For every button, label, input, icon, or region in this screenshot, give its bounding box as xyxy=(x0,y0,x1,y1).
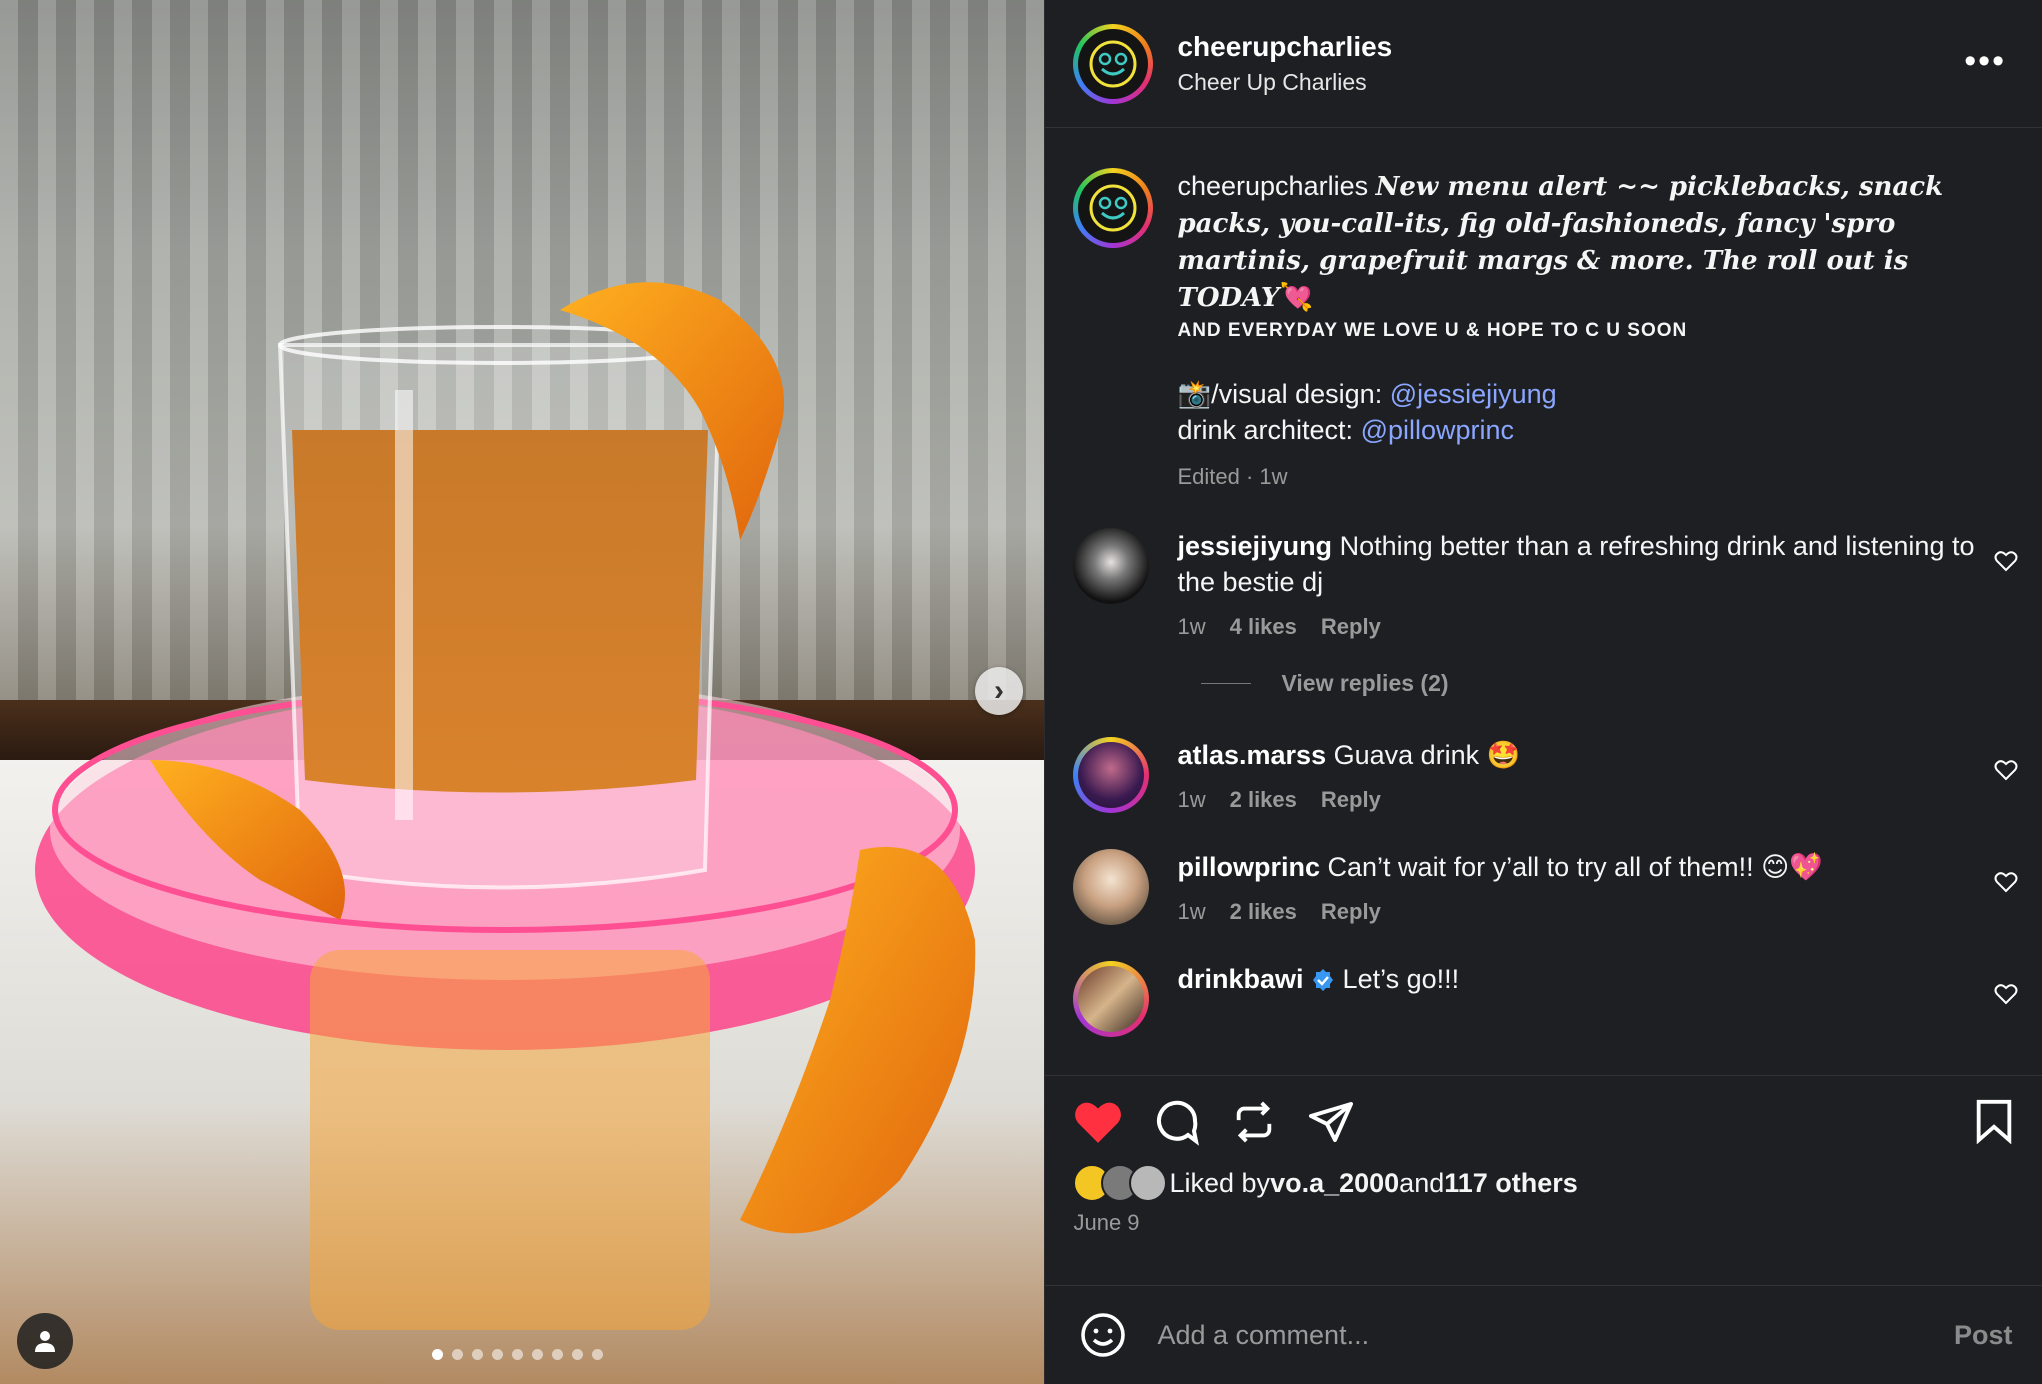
next-image-button[interactable]: › xyxy=(975,667,1023,715)
carousel-dot[interactable] xyxy=(572,1349,583,1360)
comment-username[interactable]: pillowprinc xyxy=(1177,852,1320,882)
comment-text: Can’t wait for y’all to try all of them!… xyxy=(1327,852,1823,882)
post-actions: Liked by vo.a_2000 and 117 others June 9 xyxy=(1045,1075,2042,1285)
comment-item: atlas.marss Guava drink 🤩 1w 2 likes Rep… xyxy=(1045,737,2042,813)
likes-user[interactable]: vo.a_2000 xyxy=(1270,1168,1399,1199)
like-comment-heart-icon[interactable] xyxy=(1994,983,2018,1005)
comment-text: Let’s go!!! xyxy=(1342,964,1460,994)
like-comment-heart-icon[interactable] xyxy=(1994,550,2018,572)
carousel-dot[interactable] xyxy=(492,1349,503,1360)
save-bookmark-icon[interactable] xyxy=(1974,1098,2014,1144)
reply-button[interactable]: Reply xyxy=(1321,787,1381,813)
liker-avatars xyxy=(1073,1164,1168,1202)
likes-middle: and xyxy=(1399,1167,1445,1198)
cocktail-illustration xyxy=(35,282,976,1330)
caption-tagline: AND EVERYDAY WE LOVE U & HOPE TO C U SOO… xyxy=(1177,320,1688,341)
comment-input[interactable] xyxy=(1155,1318,1954,1352)
post-viewer: › cheerupcharlies Cheer Up Charlies ••• … xyxy=(0,0,2042,1384)
likes-summary[interactable]: Liked by vo.a_2000 and 117 others xyxy=(1045,1146,2042,1202)
smiley-logo-icon xyxy=(1089,40,1137,87)
comment-item: drinkbawi Let’s go!!! xyxy=(1045,961,2042,1037)
like-comment-heart-icon[interactable] xyxy=(1994,759,2018,781)
view-replies-button[interactable]: View replies (2) xyxy=(1201,670,2042,697)
likes-prefix: Liked by xyxy=(1169,1167,1271,1198)
post-comment-button[interactable]: Post xyxy=(1954,1320,2013,1351)
commenter-avatar[interactable] xyxy=(1073,737,1150,813)
comment-username[interactable]: jessiejiyung xyxy=(1177,531,1332,561)
carousel-dot[interactable] xyxy=(512,1349,523,1360)
comment-likes[interactable]: 4 likes xyxy=(1230,614,1297,640)
credit-drink-label: drink architect: xyxy=(1177,415,1361,445)
author-avatar[interactable] xyxy=(1073,23,1154,104)
like-comment-heart-icon[interactable] xyxy=(1994,871,2018,893)
user-icon xyxy=(35,1331,55,1352)
post-image[interactable]: › xyxy=(0,0,1045,1384)
commenter-avatar[interactable] xyxy=(1073,849,1150,925)
tagged-users-button[interactable] xyxy=(17,1313,73,1369)
mention-pillowprinc[interactable]: @pillowprinc xyxy=(1361,415,1514,445)
replies-divider xyxy=(1201,683,1252,684)
comment-age: 1w xyxy=(1177,899,1206,924)
post-date: June 9 xyxy=(1073,1210,1140,1235)
comment-username[interactable]: atlas.marss xyxy=(1177,740,1326,770)
more-options-icon[interactable]: ••• xyxy=(1964,42,2006,81)
comments-scroll-area[interactable]: cheerupcharlies New menu alert ~~ pickle… xyxy=(1045,128,2042,1075)
comment-likes[interactable]: 2 likes xyxy=(1230,787,1297,813)
mention-jessiejiyung[interactable]: @jessiejiyung xyxy=(1390,379,1557,409)
add-comment-bar: Post xyxy=(1045,1285,2042,1384)
reply-button[interactable]: Reply xyxy=(1321,899,1381,925)
author-username[interactable]: cheerupcharlies xyxy=(1177,31,1392,63)
commenter-avatar[interactable] xyxy=(1073,528,1150,604)
author-full-name: Cheer Up Charlies xyxy=(1177,69,1367,95)
carousel-dot[interactable] xyxy=(532,1349,543,1360)
carousel-indicator xyxy=(432,1349,603,1360)
likes-others[interactable]: 117 others xyxy=(1444,1168,1578,1199)
carousel-dot[interactable] xyxy=(472,1349,483,1360)
reply-button[interactable]: Reply xyxy=(1321,614,1381,640)
caption-meta: Edited · 1w xyxy=(1177,464,1288,489)
caption-emoji: 💘 xyxy=(1279,282,1314,312)
credit-visual-label: 📸/visual design: xyxy=(1177,379,1390,409)
comment-likes[interactable]: 2 likes xyxy=(1230,899,1297,925)
post-caption: cheerupcharlies New menu alert ~~ pickle… xyxy=(1045,128,2042,490)
like-heart-icon[interactable] xyxy=(1073,1099,1123,1145)
comment-username[interactable]: drinkbawi xyxy=(1177,964,1303,994)
carousel-dot[interactable] xyxy=(452,1349,463,1360)
carousel-dot[interactable] xyxy=(432,1349,443,1360)
comment-item: pillowprinc Can’t wait for y’all to try … xyxy=(1045,849,2042,925)
comment-icon[interactable] xyxy=(1153,1098,1201,1146)
post-header: cheerupcharlies Cheer Up Charlies ••• xyxy=(1045,0,2042,128)
share-icon[interactable] xyxy=(1307,1098,1355,1146)
view-replies-label: View replies (2) xyxy=(1281,670,1449,696)
comment-age: 1w xyxy=(1177,614,1206,639)
comment-text: Guava drink 🤩 xyxy=(1333,740,1521,770)
emoji-picker-icon[interactable] xyxy=(1079,1311,1127,1359)
carousel-dot[interactable] xyxy=(592,1349,603,1360)
comment-item: jessiejiyung Nothing better than a refre… xyxy=(1045,528,2042,640)
repost-icon[interactable] xyxy=(1231,1099,1277,1145)
comment-age: 1w xyxy=(1177,787,1206,812)
carousel-dot[interactable] xyxy=(552,1349,563,1360)
caption-avatar[interactable] xyxy=(1073,168,1154,248)
commenter-avatar[interactable] xyxy=(1073,961,1150,1037)
verified-badge-icon xyxy=(1313,969,1334,991)
smiley-logo-icon xyxy=(1089,184,1137,232)
caption-username[interactable]: cheerupcharlies xyxy=(1177,171,1368,201)
post-details-panel: cheerupcharlies Cheer Up Charlies ••• ch… xyxy=(1044,0,2042,1384)
